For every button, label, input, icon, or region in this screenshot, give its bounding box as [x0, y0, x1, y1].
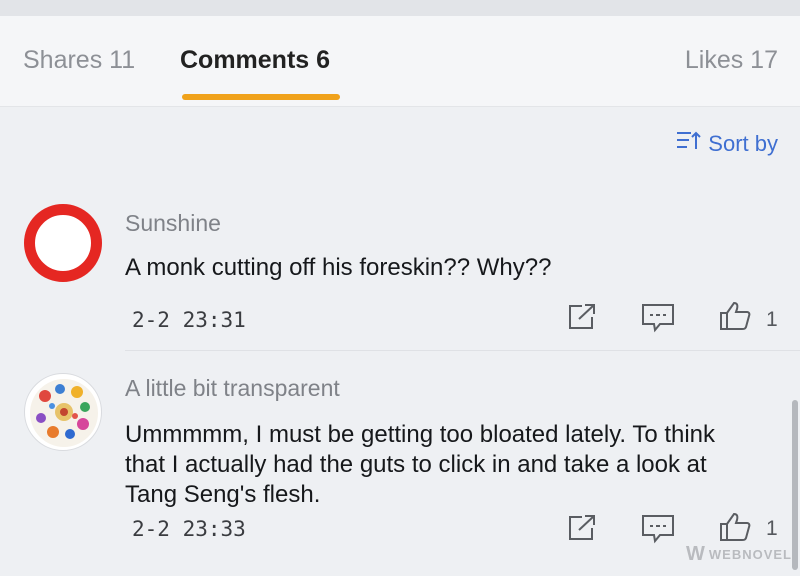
comment-text: A monk cutting off his foreskin?? Why?? [125, 254, 552, 281]
sort-label: Sort by [708, 131, 778, 156]
comment-timestamp: 2-2 23:33 [132, 517, 246, 541]
sort-button[interactable]: Sort by [676, 130, 778, 158]
avatar[interactable] [24, 204, 102, 282]
like-count: 1 [766, 517, 778, 540]
comment-divider [125, 350, 800, 351]
tab-shares[interactable]: Shares 11 [23, 46, 135, 75]
comment-text: Ummmmm, I must be getting too bloated la… [125, 421, 716, 508]
scrollbar[interactable] [792, 400, 798, 570]
webnovel-watermark: W WEBNOVEL [686, 543, 792, 566]
reply-icon [640, 304, 676, 338]
share-button[interactable] [566, 513, 600, 548]
tab-likes[interactable]: Likes 17 [685, 46, 778, 75]
tab-bar: Shares 11 Comments 6 Likes 17 [0, 16, 800, 107]
reply-button[interactable] [640, 513, 676, 550]
like-count: 1 [766, 308, 778, 331]
comment-timestamp: 2-2 23:31 [132, 308, 246, 332]
active-tab-indicator [182, 94, 340, 100]
share-button[interactable] [566, 302, 600, 337]
comment-item: Sunshine A monk cutting off his foreskin… [0, 198, 800, 348]
share-icon [566, 304, 600, 336]
avatar[interactable] [24, 373, 102, 451]
webnovel-text: WEBNOVEL [708, 547, 792, 562]
webnovel-logo: W [685, 543, 705, 565]
reply-icon [640, 515, 676, 549]
tab-comments[interactable]: Comments 6 [180, 46, 330, 75]
comment-username[interactable]: A little bit transparent [125, 375, 340, 402]
like-button[interactable] [718, 300, 752, 337]
thumbs-up-icon [718, 301, 752, 336]
top-strip [0, 0, 800, 16]
comment-username[interactable]: Sunshine [125, 210, 221, 237]
comment-item: A little bit transparent Ummmmm, I must … [0, 365, 800, 570]
share-icon [566, 515, 600, 547]
sort-icon [676, 130, 708, 158]
reply-button[interactable] [640, 302, 676, 339]
